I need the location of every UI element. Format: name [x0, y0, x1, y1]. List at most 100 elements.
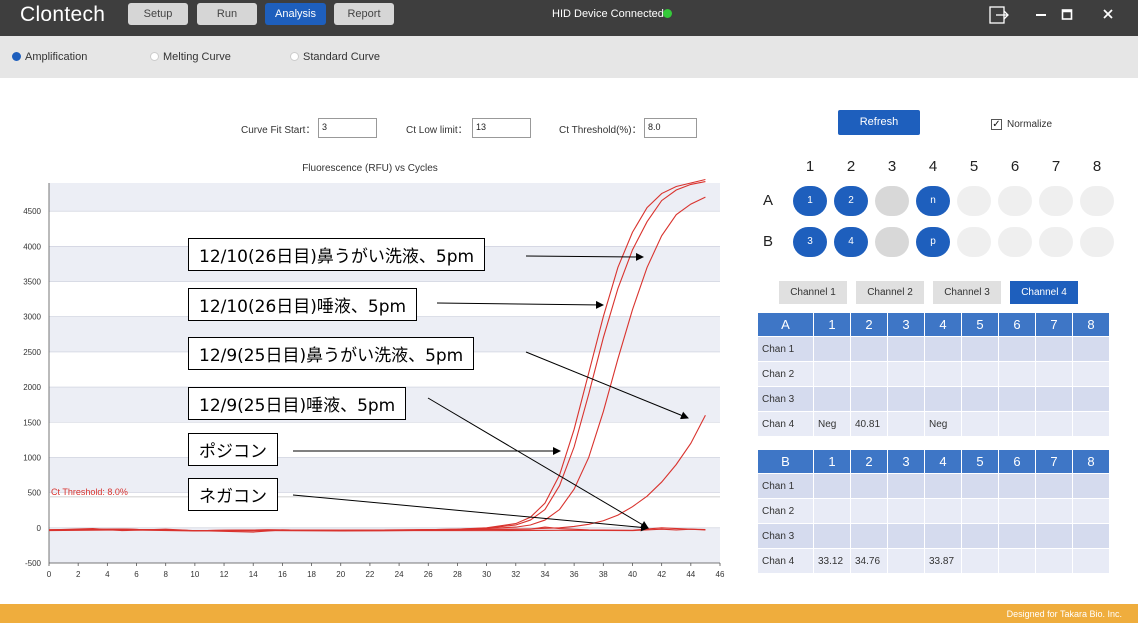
well-b4[interactable]: p — [916, 227, 950, 257]
run-button[interactable]: Run — [197, 3, 257, 25]
well-a3[interactable] — [875, 186, 909, 216]
table-cell — [851, 337, 887, 361]
x-tick-label: 0 — [47, 570, 52, 579]
x-tick-label: 12 — [220, 570, 229, 579]
x-tick-label: 16 — [278, 570, 287, 579]
table-header-cell: 4 — [925, 313, 961, 336]
tab-channel-1[interactable]: Channel 1 — [779, 281, 847, 304]
x-tick-label: 20 — [336, 570, 345, 579]
ct-threshold-input[interactable]: 8.0 — [644, 118, 697, 138]
x-tick-label: 30 — [482, 570, 491, 579]
table-cell — [962, 337, 998, 361]
tab-channel-3[interactable]: Channel 3 — [933, 281, 1001, 304]
well-b7[interactable] — [1039, 227, 1073, 257]
melting-curve-radio[interactable]: Melting Curve — [150, 51, 231, 63]
amplification-radio[interactable]: Amplification — [12, 51, 87, 63]
well-a8[interactable] — [1080, 186, 1114, 216]
well-a4[interactable]: n — [916, 186, 950, 216]
report-button[interactable]: Report — [334, 3, 394, 25]
table-cell — [962, 474, 998, 498]
table-cell — [925, 524, 961, 548]
table-header-cell: 2 — [851, 450, 887, 473]
connected-indicator-icon — [663, 9, 672, 18]
well-b2[interactable]: 4 — [834, 227, 868, 257]
table-row: Chan 2 — [758, 362, 1109, 386]
table-cell — [1073, 474, 1109, 498]
x-tick-label: 24 — [395, 570, 404, 579]
well-a5[interactable] — [957, 186, 991, 216]
table-cell — [962, 499, 998, 523]
table-cell — [962, 549, 998, 573]
ct-low-limit-label: Ct Low limit： — [406, 125, 468, 136]
close-icon[interactable] — [1101, 5, 1115, 29]
table-cell — [925, 362, 961, 386]
x-tick-label: 38 — [599, 570, 608, 579]
well-a2[interactable]: 2 — [834, 186, 868, 216]
table-cell: Chan 2 — [758, 499, 813, 523]
footer-text: Designed for Takara Bio. Inc. — [1006, 609, 1122, 619]
table-header-cell: 8 — [1073, 450, 1109, 473]
well-a1[interactable]: 1 — [793, 186, 827, 216]
ct-table-a: A 1 2 3 4 5 6 7 8 Chan 1 Chan 2 Chan 3 C… — [757, 312, 1110, 437]
table-cell — [999, 387, 1035, 411]
table-header-cell: 5 — [962, 450, 998, 473]
table-header-cell: 6 — [999, 450, 1035, 473]
plate-column-header: 7 — [1051, 158, 1061, 175]
table-cell — [888, 337, 924, 361]
curve-fit-start-input[interactable]: 3 — [318, 118, 377, 138]
maximize-icon[interactable] — [1061, 5, 1073, 29]
table-row: Chan 4 Neg 40.81 Neg — [758, 412, 1109, 436]
table-cell — [1036, 412, 1072, 436]
table-header-cell: 7 — [1036, 450, 1072, 473]
y-tick-label: 1000 — [23, 453, 41, 462]
well-a7[interactable] — [1039, 186, 1073, 216]
well-b5[interactable] — [957, 227, 991, 257]
well-b6[interactable] — [998, 227, 1032, 257]
y-tick-label: 4000 — [23, 242, 41, 251]
table-cell — [962, 387, 998, 411]
table-cell — [999, 474, 1035, 498]
well-b3[interactable] — [875, 227, 909, 257]
table-header-cell: 1 — [814, 313, 850, 336]
exit-icon[interactable] — [988, 5, 1010, 29]
ct-low-limit-input[interactable]: 13 — [472, 118, 531, 138]
table-cell — [814, 474, 850, 498]
x-tick-label: 36 — [570, 570, 579, 579]
table-header-cell: 1 — [814, 450, 850, 473]
table-cell — [1073, 337, 1109, 361]
standard-curve-label: Standard Curve — [303, 51, 381, 63]
plate-column-header: 3 — [887, 158, 897, 175]
table-cell — [1073, 362, 1109, 386]
x-tick-label: 18 — [307, 570, 316, 579]
setup-button[interactable]: Setup — [128, 3, 188, 25]
refresh-button[interactable]: Refresh — [838, 110, 920, 135]
minimize-icon[interactable] — [1035, 5, 1047, 29]
normalize-checkbox[interactable]: ✓ — [991, 119, 1002, 130]
x-tick-label: 6 — [134, 570, 139, 579]
curve-fit-start-label: Curve Fit Start： — [241, 125, 316, 136]
table-row: Chan 4 33.12 34.76 33.87 — [758, 549, 1109, 573]
y-tick-label: 3000 — [23, 313, 41, 322]
table-cell — [814, 524, 850, 548]
table-cell: Neg — [814, 412, 850, 436]
standard-curve-radio[interactable]: Standard Curve — [290, 51, 380, 63]
y-tick-label: 1500 — [23, 418, 41, 427]
plate-row-header: A — [763, 192, 774, 209]
tab-channel-4[interactable]: Channel 4 — [1010, 281, 1078, 304]
ct-threshold-label: Ct Threshold(%)： — [559, 125, 642, 136]
annotation-label: 12/9(25日目)唾液、5pm — [188, 387, 407, 420]
table-row: Chan 1 — [758, 474, 1109, 498]
x-tick-label: 8 — [163, 570, 168, 579]
well-b1[interactable]: 3 — [793, 227, 827, 257]
well-a6[interactable] — [998, 186, 1032, 216]
x-tick-label: 40 — [628, 570, 637, 579]
ct-threshold-label: Ct Threshold: 8.0% — [51, 487, 128, 497]
radio-selected-icon — [12, 52, 21, 61]
x-tick-label: 42 — [657, 570, 666, 579]
y-tick-label: 2500 — [23, 348, 41, 357]
table-cell — [925, 474, 961, 498]
well-b8[interactable] — [1080, 227, 1114, 257]
analysis-button[interactable]: Analysis — [265, 3, 326, 25]
table-header-cell: 4 — [925, 450, 961, 473]
tab-channel-2[interactable]: Channel 2 — [856, 281, 924, 304]
